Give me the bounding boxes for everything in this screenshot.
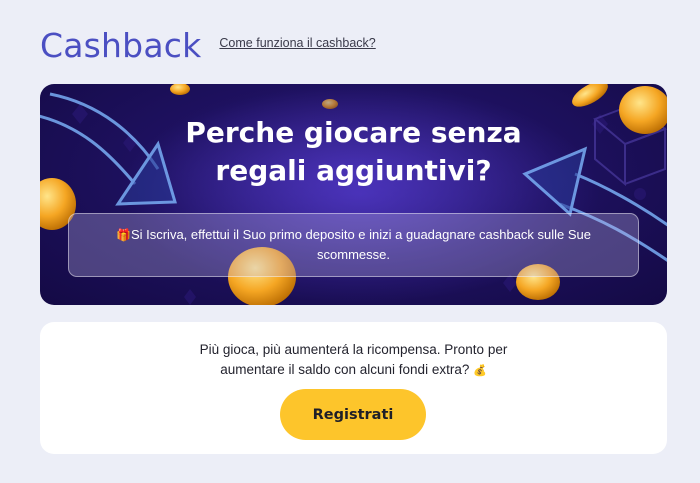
info-text-wrapper: 🎁Si Iscriva, effettui il Suo primo depos…	[87, 225, 620, 265]
card-text-wrapper: Più gioca, più aumenterá la ricompensa. …	[40, 340, 667, 381]
signup-card: Più gioca, più aumenterá la ricompensa. …	[40, 322, 667, 454]
money-bag-icon: 💰	[473, 365, 487, 377]
gift-icon: 🎁	[115, 228, 131, 242]
info-box: 🎁Si Iscriva, effettui il Suo primo depos…	[68, 213, 639, 277]
info-text: Si Iscriva, effettui il Suo primo deposi…	[130, 227, 592, 262]
card-text: Più gioca, più aumenterá la ricompensa. …	[199, 342, 508, 377]
promo-banner: Perche giocare senza regali aggiuntivi? …	[40, 84, 667, 305]
page-header: Cashback Come funziona il cashback?	[40, 26, 376, 65]
how-cashback-works-link[interactable]: Come funziona il cashback?	[219, 36, 375, 50]
register-button[interactable]: Registrati	[280, 389, 426, 440]
banner-title: Perche giocare senza regali aggiuntivi?	[185, 116, 522, 187]
page-title: Cashback	[40, 26, 202, 65]
